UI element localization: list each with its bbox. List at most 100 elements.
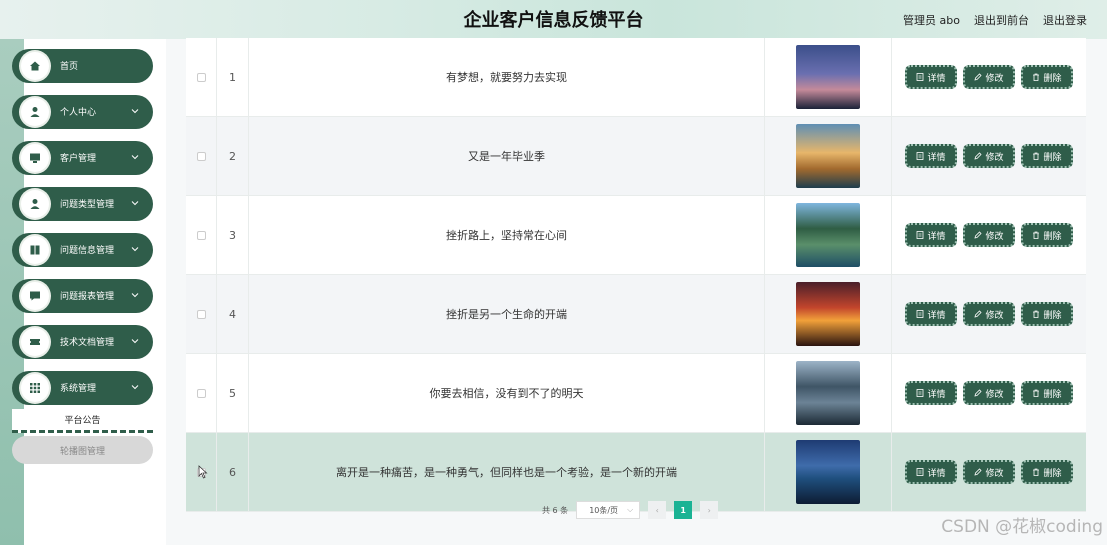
chat-icon [21,282,49,310]
pencil-icon [974,73,983,81]
chevron-down-icon [131,201,139,206]
trash-icon [1033,468,1040,476]
detail-button[interactable]: 详情 [905,460,957,484]
sidebar-item-label: 问题类型管理 [60,200,115,210]
row-thumbnail-image [796,124,860,188]
row-thumbnail-image [796,45,860,109]
logout-link[interactable]: 退出登录 [1043,12,1087,28]
pagination: 共 6 条 10条/页 ⌵ ‹ 1 › [542,501,719,519]
row-actions: 详情 修改 删除 [892,354,1086,432]
sidebar-item-label: 首页 [60,62,79,72]
edit-button[interactable]: 修改 [963,223,1015,247]
sidebar-item-tech-docs[interactable]: 技术文档管理 [12,325,153,359]
delete-label: 删除 [1043,468,1062,479]
sidebar-item-label: 客户管理 [60,154,97,164]
prev-page-button[interactable]: ‹ [648,501,667,519]
next-page-button[interactable]: › [700,501,719,519]
row-select-cell [186,38,217,116]
row-checkbox[interactable] [196,230,206,240]
table-row: 2 又是一年毕业季 详情 修改 删除 [186,117,1086,196]
row-actions: 详情 修改 删除 [892,275,1086,353]
edit-button[interactable]: 修改 [963,144,1015,168]
delete-label: 删除 [1043,310,1062,321]
detail-button[interactable]: 详情 [905,302,957,326]
edit-button[interactable]: 修改 [963,302,1015,326]
delete-button[interactable]: 删除 [1021,302,1073,326]
chevron-down-icon [131,155,139,160]
trash-icon [1033,310,1040,318]
edit-label: 修改 [985,152,1004,163]
sidebar-item-personal[interactable]: 个人中心 [12,95,153,129]
sidebar-item-customers[interactable]: 客户管理 [12,141,153,175]
edit-label: 修改 [985,468,1004,479]
document-icon [917,231,924,239]
edit-label: 修改 [985,231,1004,242]
row-actions: 详情 修改 删除 [892,196,1086,274]
page-button-current[interactable]: 1 [674,501,693,519]
detail-button[interactable]: 详情 [905,65,957,89]
delete-button[interactable]: 删除 [1021,460,1073,484]
sidebar-item-label: 系统管理 [60,384,97,394]
detail-label: 详情 [927,468,946,479]
submenu-carousel-management[interactable]: 轮播图管理 [12,436,153,464]
detail-button[interactable]: 详情 [905,144,957,168]
pencil-icon [974,152,983,160]
user-icon [21,190,49,218]
detail-label: 详情 [927,389,946,400]
edit-label: 修改 [985,310,1004,321]
page-size-value: 10条/页 [589,505,619,515]
pencil-icon [974,231,983,239]
row-index: 6 [217,433,249,511]
row-select-cell [186,117,217,195]
table-row: 4 挫折是另一个生命的开端 详情 修改 删除 [186,275,1086,354]
table-row: 5 你要去相信，没有到不了的明天 详情 修改 删除 [186,354,1086,433]
sidebar-item-label: 问题报表管理 [60,292,115,302]
edit-label: 修改 [985,73,1004,84]
admin-user-label: 管理员 abo [903,14,960,27]
monitor-icon [21,144,49,172]
row-title: 挫折是另一个生命的开端 [249,275,765,353]
home-icon [21,52,49,80]
detail-button[interactable]: 详情 [905,381,957,405]
delete-label: 删除 [1043,389,1062,400]
detail-button[interactable]: 详情 [905,223,957,247]
edit-button[interactable]: 修改 [963,460,1015,484]
table-row: 1 有梦想，就要努力去实现 详情 修改 删除 [186,38,1086,117]
edit-button[interactable]: 修改 [963,65,1015,89]
row-checkbox[interactable] [196,72,206,82]
row-index: 3 [217,196,249,274]
edit-button[interactable]: 修改 [963,381,1015,405]
detail-label: 详情 [927,231,946,242]
row-actions: 详情 修改 删除 [892,433,1086,511]
main-content: 1 有梦想，就要努力去实现 详情 修改 删除 2 又是一年毕业季 详情 修改 删… [166,38,1107,545]
delete-button[interactable]: 删除 [1021,223,1073,247]
row-checkbox[interactable] [196,151,206,161]
delete-label: 删除 [1043,231,1062,242]
submenu-platform-notice[interactable]: 平台公告 [12,409,153,433]
delete-button[interactable]: 删除 [1021,144,1073,168]
delete-button[interactable]: 删除 [1021,65,1073,89]
row-checkbox[interactable] [196,309,206,319]
detail-label: 详情 [927,73,946,84]
edit-label: 修改 [985,389,1004,400]
sidebar-item-system[interactable]: 系统管理 [12,371,153,405]
trash-icon [1033,73,1040,81]
to-front-link[interactable]: 退出到前台 [974,12,1029,28]
row-checkbox[interactable] [196,388,206,398]
row-select-cell [186,196,217,274]
sidebar-item-issue-info[interactable]: 问题信息管理 [12,233,153,267]
trash-icon [1033,152,1040,160]
sidebar-item-issue-reports[interactable]: 问题报表管理 [12,279,153,313]
trash-icon [1033,389,1040,397]
delete-button[interactable]: 删除 [1021,381,1073,405]
row-title: 又是一年毕业季 [249,117,765,195]
row-title: 离开是一种痛苦，是一种勇气，但同样也是一个考验，是一个新的开端 [249,433,765,511]
chevron-down-icon [131,293,139,298]
sidebar-item-issue-types[interactable]: 问题类型管理 [12,187,153,221]
user-icon [21,98,49,126]
pencil-icon [974,310,983,318]
sidebar-item-home[interactable]: 首页 [12,49,153,83]
row-index: 4 [217,275,249,353]
page-size-select[interactable]: 10条/页 ⌵ [576,501,641,519]
row-thumbnail-image [796,282,860,346]
